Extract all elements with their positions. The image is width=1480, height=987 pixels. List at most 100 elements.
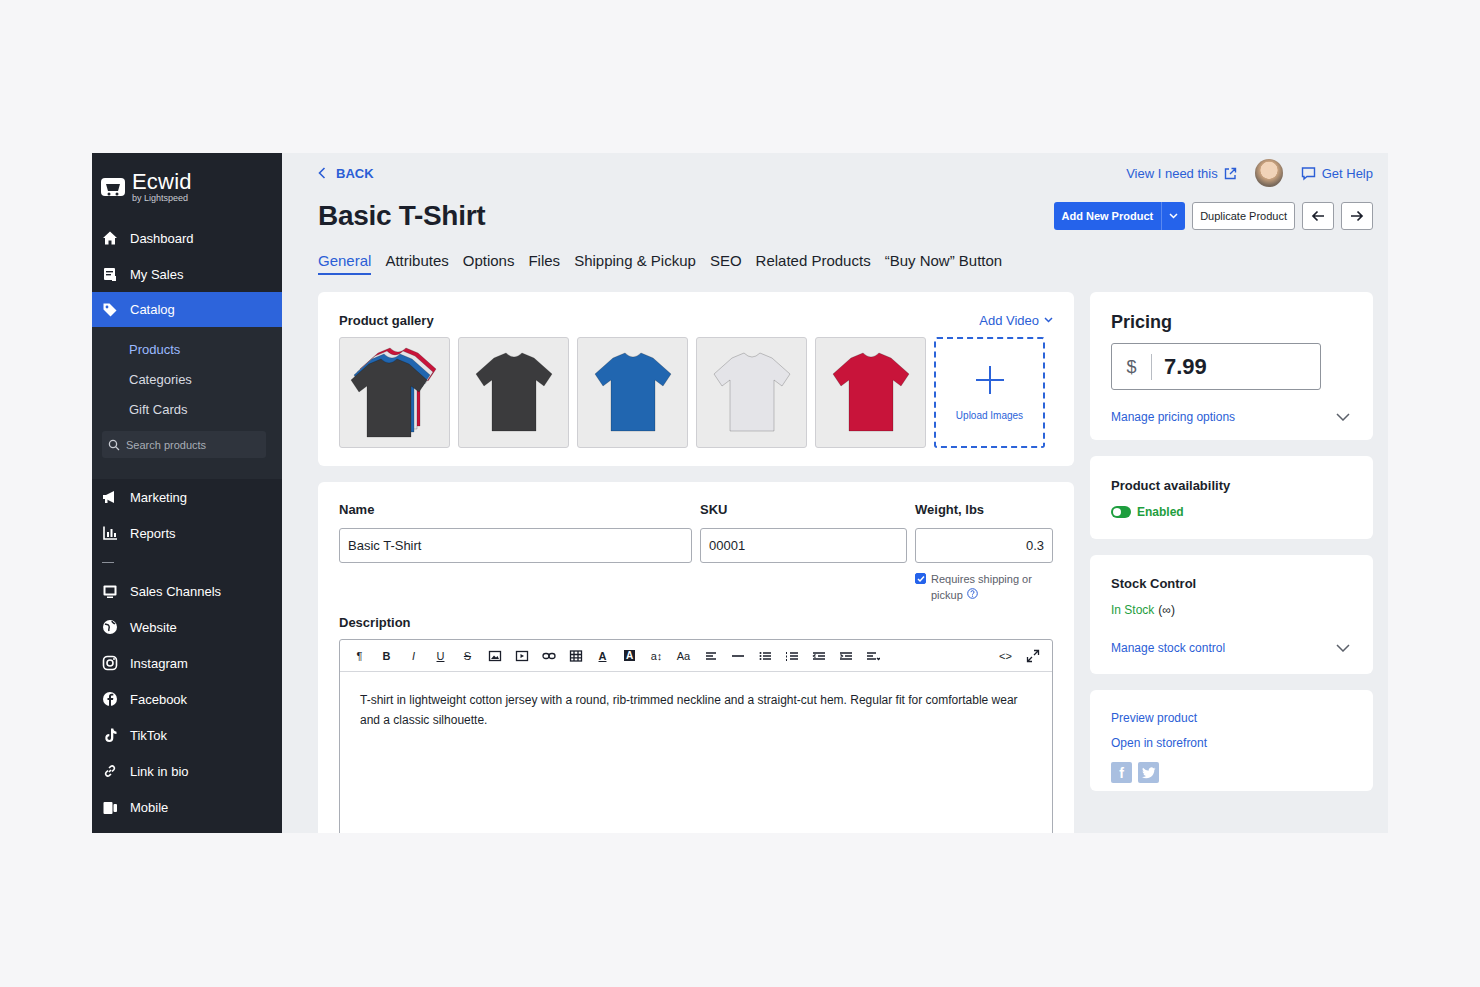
submenu-item[interactable]: Gift Cards: [92, 394, 282, 424]
product-image[interactable]: [696, 337, 807, 448]
help-link-label: View I need this: [1126, 166, 1218, 181]
globe-icon: [102, 619, 118, 635]
external-link-icon: [1224, 167, 1237, 180]
sidebar-item[interactable]: Sales Channels: [92, 573, 282, 609]
tab[interactable]: Related Products: [756, 252, 871, 275]
manage-link[interactable]: Manage pricing options: [1111, 410, 1352, 424]
twitter-share[interactable]: [1138, 762, 1159, 783]
tab[interactable]: General: [318, 252, 371, 275]
toolbar-button[interactable]: [861, 646, 884, 666]
manage-link[interactable]: Manage stock control: [1111, 641, 1352, 655]
sidebar-item[interactable]: Website: [92, 609, 282, 645]
description-editor[interactable]: ¶BIUS AAa↕Aa <> T-shirt in lightweight cott…: [339, 639, 1053, 833]
chevron-left-icon: [318, 167, 326, 179]
tab[interactable]: Options: [463, 252, 515, 275]
toolbar-button[interactable]: [483, 646, 506, 666]
editor-toolbar: ¶BIUS AAa↕Aa <>: [340, 640, 1052, 672]
sidebar-item[interactable]: Facebook: [92, 681, 282, 717]
search-input[interactable]: [126, 439, 256, 451]
add-video-link[interactable]: Add Video: [979, 313, 1053, 328]
availability-toggle-row[interactable]: Enabled: [1111, 505, 1352, 519]
sidebar-item[interactable]: My Sales: [92, 256, 282, 292]
toolbar-button[interactable]: A: [591, 646, 614, 666]
submenu-item[interactable]: Products: [92, 334, 282, 364]
tab[interactable]: SEO: [710, 252, 742, 275]
tab[interactable]: Files: [528, 252, 560, 275]
toolbar-button[interactable]: [1021, 646, 1044, 666]
shipping-checkbox-row[interactable]: Requires shipping or pickup: [915, 571, 1053, 603]
description-text[interactable]: T-shirt in lightweight cotton jersey wit…: [340, 672, 1052, 748]
toolbar-button[interactable]: [510, 646, 533, 666]
chevron-down-icon: [1336, 413, 1350, 421]
product-link[interactable]: Open in storefront: [1111, 736, 1352, 750]
tiktok-icon: [102, 727, 118, 743]
sidebar-item[interactable]: Catalog: [92, 292, 282, 327]
tab[interactable]: Attributes: [385, 252, 448, 275]
sidebar-item[interactable]: Marketing: [92, 479, 282, 515]
sidebar-item[interactable]: Instagram: [92, 645, 282, 681]
toolbar-button[interactable]: a↕: [645, 646, 668, 666]
toolbar-button[interactable]: [834, 646, 857, 666]
help-link[interactable]: Get Help: [1301, 166, 1373, 181]
product-image[interactable]: [577, 337, 688, 448]
logo[interactable]: Ecwidby Lightspeed: [92, 153, 282, 220]
toolbar-button[interactable]: <>: [994, 646, 1017, 666]
sidebar-item[interactable]: TikTok: [92, 717, 282, 753]
toolbar-button[interactable]: B: [375, 646, 398, 666]
mobile-icon: [102, 799, 118, 815]
toolbar-button[interactable]: [726, 646, 749, 666]
toolbar-button[interactable]: [753, 646, 776, 666]
product-link[interactable]: Preview product: [1111, 711, 1352, 725]
prev-button[interactable]: [1302, 202, 1334, 230]
tab[interactable]: “Buy Now” Button: [885, 252, 1003, 275]
toolbar-button[interactable]: U: [429, 646, 452, 666]
toolbar-button[interactable]: [807, 646, 830, 666]
product-image[interactable]: [458, 337, 569, 448]
toolbar-button[interactable]: A: [618, 646, 641, 666]
product-image[interactable]: [815, 337, 926, 448]
field-label: Name: [339, 502, 692, 519]
availability-toggle[interactable]: [1111, 506, 1131, 518]
sidebar-item[interactable]: Mobile: [92, 789, 282, 825]
price-input[interactable]: $7.99: [1111, 343, 1321, 390]
toolbar-button[interactable]: S: [456, 646, 479, 666]
plus-icon: [974, 364, 1006, 396]
facebook-share[interactable]: f: [1111, 762, 1132, 783]
field-label: SKU: [700, 502, 907, 519]
tab[interactable]: Shipping & Pickup: [574, 252, 696, 275]
field-input[interactable]: [915, 528, 1053, 563]
field-input[interactable]: [700, 528, 907, 563]
toolbar-icon: [866, 649, 880, 663]
sidebar-item[interactable]: Link in bio: [92, 753, 282, 789]
toolbar-button[interactable]: I: [402, 646, 425, 666]
sidebar-label: Catalog: [130, 302, 175, 317]
sidebar-label: My Sales: [130, 267, 183, 282]
next-button[interactable]: [1341, 202, 1373, 230]
sidebar-item[interactable]: Reports: [92, 515, 282, 551]
add-product-button[interactable]: Add New Product: [1054, 202, 1186, 230]
back-link[interactable]: BACK: [318, 166, 374, 181]
stock-status-label: In Stock: [1111, 603, 1154, 617]
toolbar-icon: [731, 649, 745, 663]
toolbar-button[interactable]: [780, 646, 803, 666]
submenu-item[interactable]: Categories: [92, 364, 282, 394]
header-buttons: Add New ProductDuplicate Product: [1054, 202, 1374, 230]
chevron-down-icon: [1336, 644, 1350, 652]
product-image[interactable]: [339, 337, 450, 448]
duplicate-button[interactable]: Duplicate Product: [1192, 202, 1295, 230]
shipping-checkbox[interactable]: [915, 573, 926, 584]
field-input[interactable]: [339, 528, 692, 563]
toolbar-button[interactable]: Aa: [672, 646, 695, 666]
toolbar-button[interactable]: [564, 646, 587, 666]
user-avatar[interactable]: [1255, 159, 1283, 187]
toolbar-button[interactable]: [699, 646, 722, 666]
sidebar-item[interactable]: Dashboard: [92, 220, 282, 256]
toolbar-button[interactable]: ¶: [348, 646, 371, 666]
upload-images-button[interactable]: Upload Images: [934, 337, 1045, 448]
shipping-label: Requires shipping or pickup: [931, 573, 1032, 601]
help-link[interactable]: View I need this: [1126, 166, 1237, 181]
dropdown-toggle[interactable]: [1161, 202, 1185, 230]
toolbar-glyph: A: [599, 650, 607, 662]
columns: Product galleryAdd VideoUpload ImagesNam…: [318, 292, 1373, 833]
toolbar-button[interactable]: [537, 646, 560, 666]
